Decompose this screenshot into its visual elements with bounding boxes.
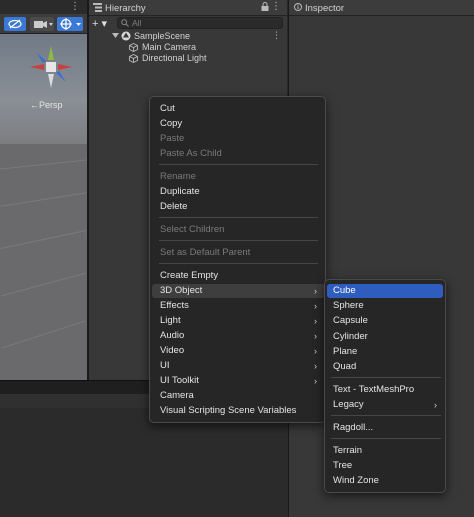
menu-item-select-children: Select Children [160,224,225,235]
visibility-toggle-button[interactable] [4,17,26,31]
hierarchy-item-label: Main Camera [142,42,197,52]
menu-item-cut[interactable]: Cut [152,102,325,116]
menu-item-visual-scripting-scene-variables[interactable]: Visual Scripting Scene Variables [152,404,325,418]
info-icon [294,3,302,11]
chevron-right-icon: › [314,361,317,371]
scene-toolbar [0,14,87,34]
chevron-right-icon: › [314,346,317,356]
scene-row[interactable]: SampleScene ⋮ [89,30,287,42]
search-icon [121,19,129,27]
submenu-item-tree[interactable]: Tree [327,459,443,473]
menu-item-label: Light [160,315,181,326]
hierarchy-toolbar: + ▾ All [89,16,287,30]
menu-separator [331,438,441,439]
menu-item-light[interactable]: Light › [152,314,325,328]
submenu-item-plane[interactable]: Plane [327,345,443,359]
scene-view[interactable]: ⋮ ←Persp [0,0,87,380]
add-object-button[interactable]: + ▾ [92,17,107,30]
menu-item-effects[interactable]: Effects › [152,299,325,313]
menu-item-delete[interactable]: Delete [152,200,325,214]
chevron-right-icon: › [434,400,437,410]
hierarchy-item-label: Directional Light [142,53,207,63]
inspector-title: Inspector [305,3,345,14]
menu-item-paste: Paste [160,133,185,144]
hierarchy-list-icon [93,3,102,12]
search-placeholder: All [132,18,142,28]
gizmos-dropdown-button[interactable] [57,17,83,31]
unity-editor: ⋮ ←Persp Hierarchy ⋮ + ▾ All SampleScene… [0,0,474,517]
menu-separator [331,377,441,378]
hierarchy-item[interactable]: Main Camera [89,42,287,53]
hierarchy-tab[interactable]: Hierarchy ⋮ [89,0,287,16]
menu-separator [159,217,318,218]
menu-separator [331,415,441,416]
lock-icon[interactable] [261,2,269,13]
submenu-item-cylinder[interactable]: Cylinder [327,330,443,344]
submenu-item-sphere[interactable]: Sphere [327,299,443,313]
hierarchy-context-menu: Cut Copy Paste Paste As Child Rename Dup… [149,96,326,423]
unity-scene-icon [121,31,131,41]
menu-separator [159,164,318,165]
menu-item-copy[interactable]: Copy [152,117,325,131]
chevron-right-icon: › [314,316,317,326]
menu-item-label: Audio [160,330,185,341]
scene-name: SampleScene [134,31,191,41]
camera-icon [34,21,53,28]
menu-item-paste-as-child: Paste As Child [160,148,222,159]
menu-separator [159,263,318,264]
submenu-item-quad[interactable]: Quad [327,360,443,374]
submenu-item-legacy[interactable]: Legacy › [327,398,443,412]
menu-item-ui-toolkit[interactable]: UI Toolkit › [152,374,325,388]
gizmo-icon [60,18,81,30]
submenu-item-terrain[interactable]: Terrain [327,444,443,458]
menu-item-video[interactable]: Video › [152,344,325,358]
submenu-item-ragdoll[interactable]: Ragdoll... [327,421,443,435]
scene-more-icon[interactable]: ⋮ [70,1,80,12]
hierarchy-item[interactable]: Directional Light [89,53,287,64]
menu-item-ui[interactable]: UI › [152,359,325,373]
chevron-right-icon: › [314,286,317,296]
gameobject-cube-icon [129,43,138,52]
camera-dropdown-button[interactable] [30,17,54,31]
bottom-panel [0,408,288,517]
menu-item-label: Video [160,345,185,356]
eye-slash-icon [8,19,22,29]
orientation-gizmo-icon[interactable] [28,44,74,90]
menu-item-camera[interactable]: Camera [152,389,325,403]
menu-item-label: UI [160,360,170,371]
hierarchy-title: Hierarchy [105,3,146,14]
menu-item-3d-object[interactable]: 3D Object › [152,284,325,298]
inspector-tab[interactable]: Inspector [289,0,474,16]
submenu-item-cube[interactable]: Cube [327,284,443,298]
menu-item-label: 3D Object [160,285,203,296]
menu-item-label: Effects [160,300,189,311]
scene-ground [0,144,87,380]
menu-item-label: UI Toolkit [160,375,199,386]
chevron-right-icon: › [314,376,317,386]
menu-separator [159,240,318,241]
submenu-item-wind-zone[interactable]: Wind Zone [327,474,443,488]
projection-label[interactable]: ←Persp [30,100,63,110]
menu-item-rename: Rename [160,171,196,182]
menu-item-label: Legacy [333,399,364,410]
gameobject-cube-icon [129,54,138,63]
menu-item-create-empty[interactable]: Create Empty [152,269,325,283]
scene-row-more-icon[interactable]: ⋮ [272,30,281,41]
hierarchy-more-icon[interactable]: ⋮ [271,1,281,12]
menu-item-set-default-parent: Set as Default Parent [160,247,251,258]
menu-item-audio[interactable]: Audio › [152,329,325,343]
chevron-right-icon: › [314,301,317,311]
chevron-right-icon: › [314,331,317,341]
menu-item-duplicate[interactable]: Duplicate [152,185,325,199]
scene-tab-bar: ⋮ [0,0,87,14]
3d-object-submenu: Cube Sphere Capsule Cylinder Plane Quad … [324,279,446,493]
expand-arrow-icon[interactable] [112,32,119,39]
hierarchy-search-input[interactable]: All [117,17,283,29]
submenu-item-capsule[interactable]: Capsule [327,314,443,328]
submenu-item-text-textmeshpro[interactable]: Text - TextMeshPro [327,383,443,397]
